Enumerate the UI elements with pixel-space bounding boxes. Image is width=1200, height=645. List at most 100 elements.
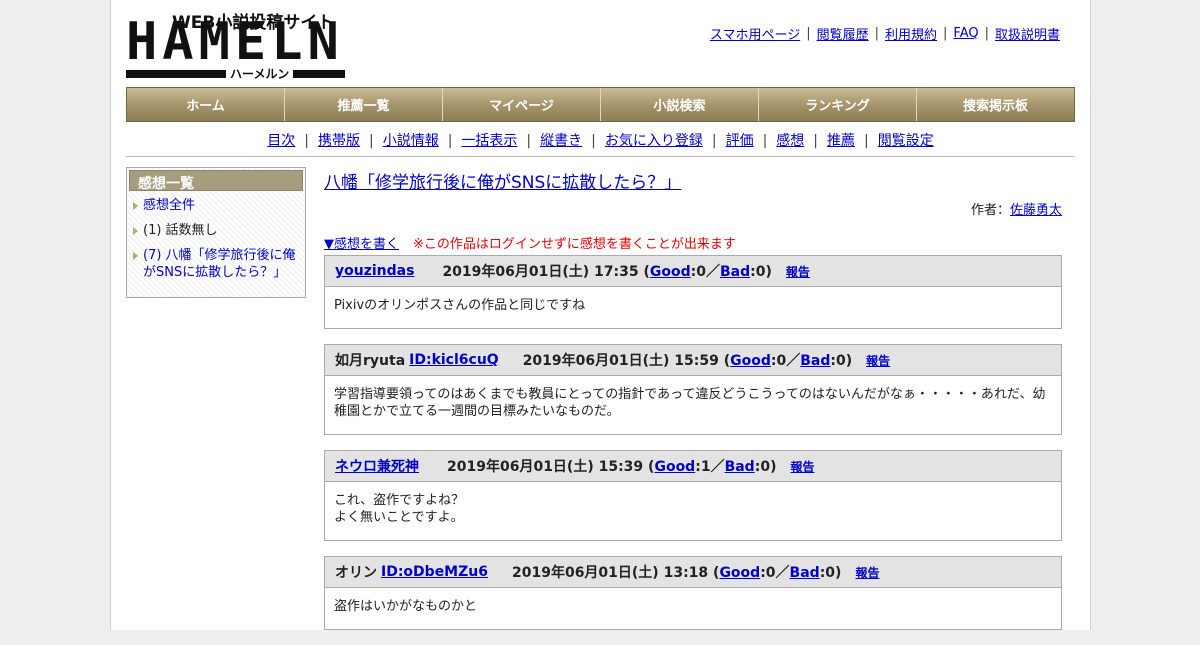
separator: | <box>813 133 819 149</box>
site-logo[interactable]: WEB小説投稿サイト HAMELN ハーメルン <box>126 8 346 82</box>
reviewer-name-link[interactable]: ネウロ兼死神 <box>335 456 419 476</box>
subnav-recommend[interactable]: 推薦 <box>827 133 855 149</box>
review-text-line: 盗作はいかがなものかと <box>334 599 478 614</box>
good-link[interactable]: Good <box>730 353 771 369</box>
report-link[interactable]: 報告 <box>855 564 879 581</box>
sidebar-link-all[interactable]: 感想全件 <box>143 198 195 213</box>
subnav-view-settings[interactable]: 閲覧設定 <box>878 133 934 149</box>
novel-sub-nav: 目次 | 携帯版 | 小説情報 | 一括表示 | 縦書き | お気に入り登録 | 評価 | 感想 | 推薦 | 閲覧… <box>126 130 1075 150</box>
review-header: 如月ryuta ID:kicl6cuQ 2019年06月01日(土) 15:59… <box>325 345 1061 376</box>
top-link-terms[interactable]: 利用規約 <box>885 24 937 43</box>
review-body: これ、盗作ですよね？ よく無いことですよ。 <box>325 482 1061 540</box>
separator: | <box>874 26 879 41</box>
separator: | <box>762 133 768 149</box>
nav-recommendations[interactable]: 推薦一覧 <box>285 88 443 121</box>
top-link-manual[interactable]: 取扱説明書 <box>995 24 1060 43</box>
nav-mypage[interactable]: マイページ <box>443 88 601 121</box>
separator: | <box>526 133 532 149</box>
top-link-smartphone[interactable]: スマホ用ページ <box>710 24 800 43</box>
reviewer-id-link[interactable]: ID:oDbeMZu6 <box>381 564 488 580</box>
review-date: 2019年06月01日(土) 13:18 (Good:0／Bad:0) <box>511 565 842 581</box>
review-card: youzindas 2019年06月01日(土) 17:35 (Good:0／B… <box>324 255 1062 329</box>
review-text-line: 学習指導要領ってのはあくまでも教員にとっての指針であって違反どうこうってのはない… <box>334 387 1046 419</box>
author-link[interactable]: 佐藤勇太 <box>1010 203 1062 218</box>
bad-link[interactable]: Bad <box>790 565 820 581</box>
good-count: 0 <box>696 264 706 280</box>
reviewer-name: 如月ryuta <box>335 353 406 369</box>
review-card: 如月ryuta ID:kicl6cuQ 2019年06月01日(土) 15:59… <box>324 344 1062 435</box>
good-count: 0 <box>776 353 787 369</box>
guest-review-notice: ※この作品はログインせずに感想を書くことが出来ます <box>413 237 736 252</box>
separator: | <box>304 133 309 149</box>
separator: | <box>806 26 811 41</box>
main-nav: ホーム 推薦一覧 マイページ 小説検索 ランキング 捜索掲示板 <box>126 87 1075 122</box>
good-link[interactable]: Good <box>650 264 691 280</box>
good-count: 1 <box>700 459 711 475</box>
sidebar-label-no-episode: (1) 話数無し <box>143 223 218 238</box>
nav-ranking[interactable]: ランキング <box>759 88 917 121</box>
subnav-mobile[interactable]: 携帯版 <box>318 133 360 149</box>
top-link-faq[interactable]: FAQ <box>953 26 978 41</box>
review-card: オリン ID:oDbeMZu6 2019年06月01日(土) 13:18 (Go… <box>324 556 1062 630</box>
good-link[interactable]: Good <box>654 459 695 475</box>
bad-link[interactable]: Bad <box>720 264 750 280</box>
review-date: 2019年06月01日(土) 15:59 (Good:0／Bad:0) <box>522 353 853 369</box>
review-date: 2019年06月01日(土) 15:39 (Good:1／Bad:0) <box>447 459 777 475</box>
novel-title-link[interactable]: 八幡「修学旅行後に俺がSNSに拡散したら？」 <box>324 168 681 193</box>
top-links: スマホ用ページ | 閲覧履歴 | 利用規約 | FAQ | 取扱説明書 <box>710 24 1060 43</box>
separator: | <box>984 26 989 41</box>
separator: | <box>864 133 869 149</box>
separator: | <box>711 133 717 149</box>
subnav-toc[interactable]: 目次 <box>267 133 295 149</box>
report-link[interactable]: 報告 <box>866 352 890 369</box>
nav-search-board[interactable]: 捜索掲示板 <box>917 88 1074 121</box>
subnav-reviews[interactable]: 感想 <box>776 133 804 149</box>
bad-link[interactable]: Bad <box>800 353 830 369</box>
report-link[interactable]: 報告 <box>790 458 814 475</box>
bad-link[interactable]: Bad <box>725 459 755 475</box>
sidebar-item-all: 感想全件 <box>129 197 303 214</box>
top-link-history[interactable]: 閲覧履歴 <box>817 24 869 43</box>
reviewer-name: オリン <box>335 565 377 581</box>
write-review-link[interactable]: ▼感想を書く <box>324 237 399 252</box>
bad-count: 0 <box>755 264 766 280</box>
review-header: オリン ID:oDbeMZu6 2019年06月01日(土) 13:18 (Go… <box>325 557 1061 588</box>
good-link[interactable]: Good <box>719 565 760 581</box>
nav-novel-search[interactable]: 小説検索 <box>601 88 759 121</box>
bad-count: 0 <box>825 565 836 581</box>
review-text-line: Pixivのオリンポスさんの作品と同じですね <box>334 298 586 313</box>
report-link[interactable]: 報告 <box>786 263 810 280</box>
separator: | <box>368 133 374 149</box>
separator: | <box>943 26 948 41</box>
logo-kana: ハーメルン <box>226 65 294 82</box>
write-review-row: ▼感想を書く ※この作品はログインせずに感想を書くことが出来ます <box>324 233 1062 252</box>
nav-home[interactable]: ホーム <box>127 88 285 121</box>
subnav-favorite[interactable]: お気に入り登録 <box>605 133 703 149</box>
review-text-line: これ、盗作ですよね？ <box>334 493 465 508</box>
review-card: ネウロ兼死神 2019年06月01日(土) 15:39 (Good:1／Bad:… <box>324 450 1062 541</box>
main-content: 八幡「修学旅行後に俺がSNSに拡散したら？」 作者：佐藤勇太 ▼感想を書く ※この… <box>324 168 1062 645</box>
bad-count: 0 <box>836 353 846 369</box>
review-sidebar: 感想一覧 感想全件 (1) 話数無し (7) 八幡「修学旅行後に俺がSNSに拡散… <box>126 167 306 298</box>
separator: | <box>591 133 596 149</box>
reviewer-name-link[interactable]: youzindas <box>335 263 414 279</box>
review-date: 2019年06月01日(土) 17:35 (Good:0／Bad:0) <box>442 264 772 280</box>
logo-brand: HAMELN <box>126 12 344 72</box>
subnav-show-all[interactable]: 一括表示 <box>461 133 517 149</box>
review-header: youzindas 2019年06月01日(土) 17:35 (Good:0／B… <box>325 256 1061 287</box>
review-body: 盗作はいかがなものかと <box>325 588 1061 629</box>
sidebar-list: 感想全件 (1) 話数無し (7) 八幡「修学旅行後に俺がSNSに拡散したら？」 <box>129 197 303 281</box>
separator: | <box>447 133 453 149</box>
sidebar-item-no-episode: (1) 話数無し <box>129 222 303 239</box>
sidebar-title: 感想一覧 <box>129 170 303 192</box>
page-container: WEB小説投稿サイト HAMELN ハーメルン スマホ用ページ | 閲覧履歴 |… <box>110 0 1091 630</box>
good-count: 0 <box>765 565 776 581</box>
author-label: 作者： <box>970 203 1010 218</box>
divider <box>126 156 1075 157</box>
subnav-novel-info[interactable]: 小説情報 <box>383 133 439 149</box>
subnav-vertical[interactable]: 縦書き <box>540 133 582 149</box>
subnav-rating[interactable]: 評価 <box>726 133 754 149</box>
sidebar-link-episode[interactable]: (7) 八幡「修学旅行後に俺がSNSに拡散したら？」 <box>143 248 296 280</box>
sidebar-item-episode: (7) 八幡「修学旅行後に俺がSNSに拡散したら？」 <box>129 247 303 281</box>
reviewer-id-link[interactable]: ID:kicl6cuQ <box>409 352 499 368</box>
